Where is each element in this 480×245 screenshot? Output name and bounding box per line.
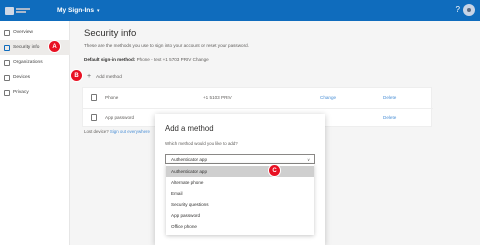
phone-icon: [91, 94, 97, 101]
method-options-list: Authenticator app Alternate phone Email …: [166, 164, 314, 235]
method-value: +1 5103 PRIV: [203, 95, 232, 100]
sidebar-item-devices[interactable]: Devices: [0, 70, 70, 85]
avatar[interactable]: [463, 4, 475, 16]
plus-icon[interactable]: +: [87, 73, 91, 80]
option-alternate-phone[interactable]: Alternate phone: [166, 177, 314, 188]
delete-link[interactable]: Delete: [383, 95, 396, 100]
help-icon[interactable]: ?: [456, 5, 460, 14]
key-icon: [4, 44, 10, 51]
annotation-badge-a: A: [49, 41, 60, 52]
select-value: Authenticator app: [171, 157, 208, 162]
annotation-badge-c: C: [269, 165, 280, 176]
method-name: Phone: [105, 95, 119, 100]
option-app-password[interactable]: App password: [166, 210, 314, 221]
sidebar-item-privacy[interactable]: Privacy: [0, 85, 70, 100]
lost-device-text: Lost device? Sign out everywhere: [84, 129, 150, 134]
sidebar-item-overview[interactable]: Overview: [0, 25, 70, 40]
delete-link[interactable]: Delete: [383, 115, 396, 120]
option-authenticator-app[interactable]: Authenticator app: [166, 166, 314, 177]
chevron-down-icon[interactable]: ▾: [97, 8, 100, 14]
sidebar-item-label: Privacy: [13, 90, 29, 95]
add-method-button[interactable]: Add method: [96, 75, 122, 80]
method-select[interactable]: Authenticator app ∨: [165, 154, 315, 164]
option-office-phone[interactable]: Office phone: [166, 221, 314, 232]
default-sign-in-method: Default sign-in method: Phone - text +1 …: [84, 57, 209, 62]
sign-out-everywhere-link[interactable]: Sign out everywhere: [110, 129, 150, 134]
page-title: Security info: [84, 28, 137, 39]
sidebar: Overview Security info Organizations Dev…: [0, 21, 70, 245]
list-item: Phone +1 5103 PRIV Change Delete: [83, 88, 433, 108]
lock-icon: [4, 89, 10, 96]
home-icon: [4, 29, 10, 36]
app-title[interactable]: My Sign-Ins: [57, 7, 94, 14]
option-email[interactable]: Email: [166, 188, 314, 199]
sidebar-item-label: Security info: [13, 45, 40, 50]
option-security-questions[interactable]: Security questions: [166, 199, 314, 210]
change-link[interactable]: Change: [320, 95, 336, 100]
sidebar-item-label: Devices: [13, 75, 31, 80]
sidebar-item-organizations[interactable]: Organizations: [0, 55, 70, 70]
key-icon: [91, 114, 97, 121]
dialog-question: Which method would you like to add?: [165, 141, 238, 146]
dialog-title: Add a method: [165, 124, 214, 133]
chevron-down-icon: ∨: [307, 157, 310, 162]
building-icon: [4, 59, 10, 66]
default-method-value: Phone - text +1 5703 PRIV Change: [136, 57, 209, 62]
default-method-label: Default sign-in method:: [84, 57, 136, 62]
sidebar-item-label: Overview: [13, 30, 33, 35]
method-name: App password: [105, 115, 135, 120]
annotation-badge-b: B: [71, 70, 82, 81]
sidebar-item-label: Organizations: [13, 60, 43, 65]
laptop-icon: [4, 74, 10, 81]
lost-device-label: Lost device?: [84, 129, 109, 134]
page-subtitle: These are the methods you use to sign in…: [84, 43, 249, 48]
top-bar: My Sign-Ins ▾ ?: [0, 0, 480, 21]
organization-logo: [5, 6, 37, 16]
